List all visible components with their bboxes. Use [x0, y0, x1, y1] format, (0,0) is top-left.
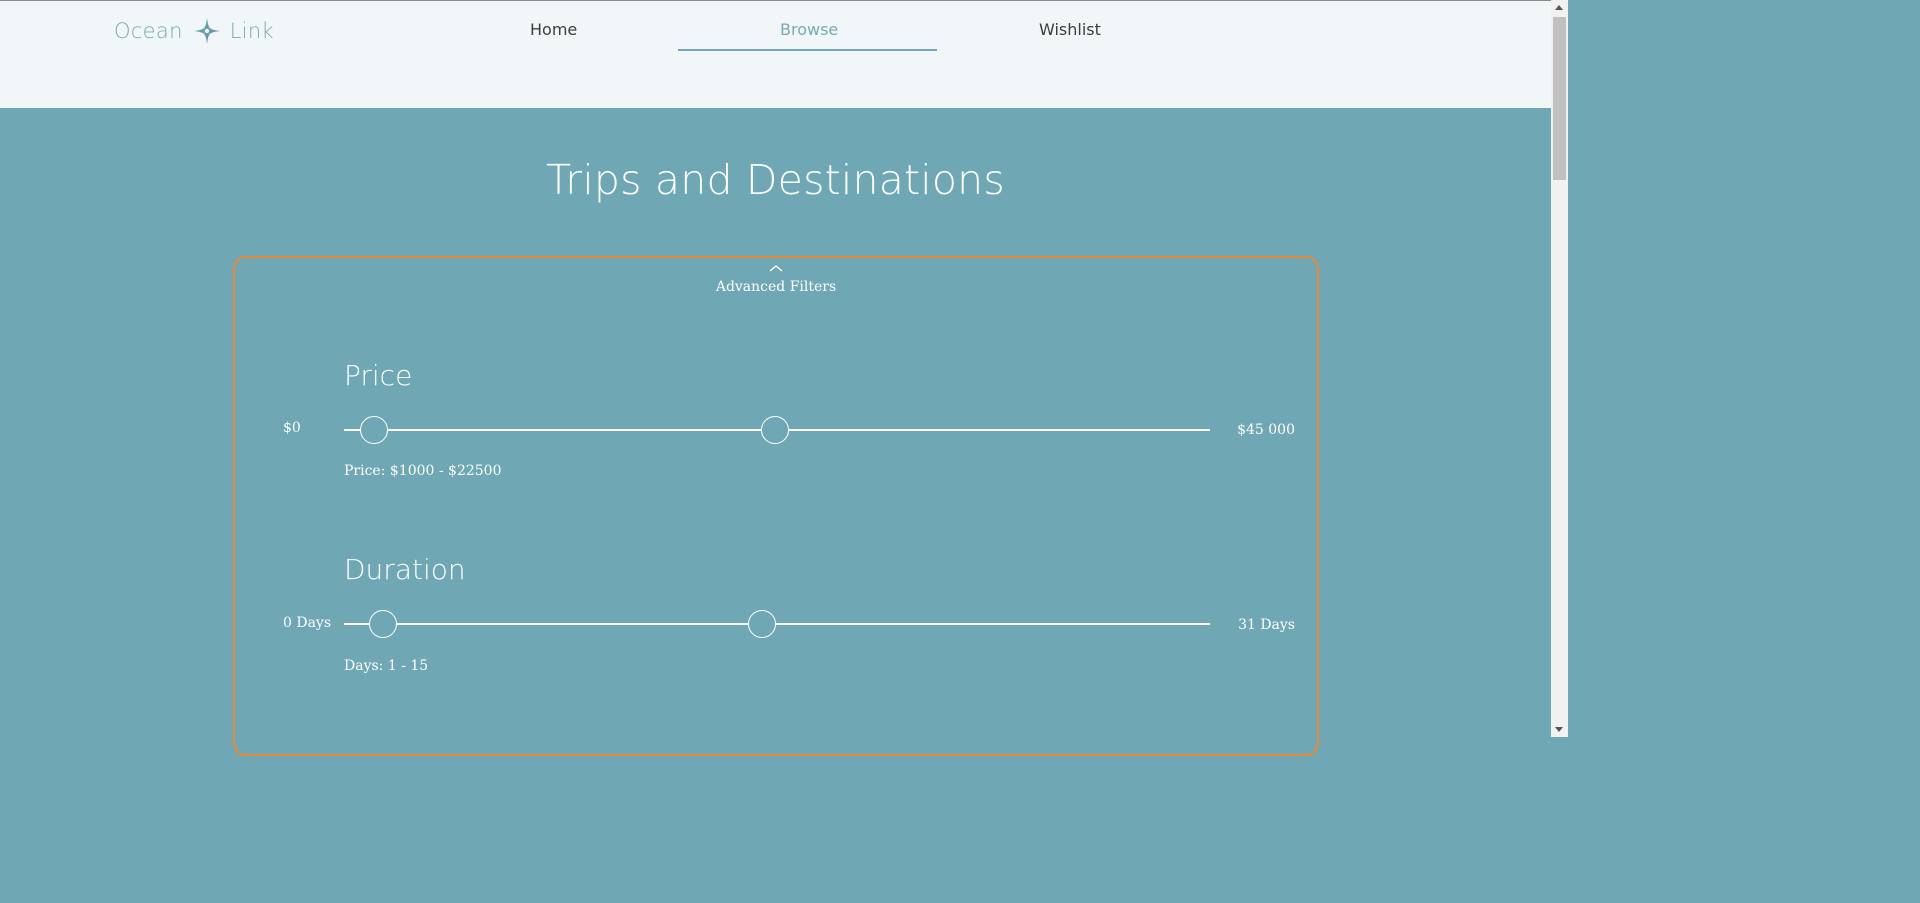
advanced-filters-panel: Advanced Filters Price $0 $45 000 Price:…: [233, 256, 1319, 756]
duration-slider-track[interactable]: [344, 623, 1210, 625]
duration-max-handle[interactable]: [748, 610, 776, 638]
nav-home[interactable]: Home: [530, 20, 577, 39]
price-max-label: $45 000: [1237, 422, 1295, 438]
price-title: Price: [344, 359, 413, 392]
nav-browse[interactable]: Browse: [780, 20, 838, 39]
duration-max-label: 31 Days: [1238, 617, 1295, 633]
duration-min-handle[interactable]: [369, 610, 397, 638]
page-scrollbar[interactable]: [1551, 0, 1568, 737]
nav-active-underline: [678, 49, 937, 51]
compass-rose-icon: [193, 18, 220, 44]
advanced-filters-label: Advanced Filters: [715, 279, 837, 295]
chevron-up-icon: [769, 265, 783, 272]
advanced-filters-toggle[interactable]: Advanced Filters: [235, 264, 1317, 295]
site-header: Ocean Link Home Browse Wishlist: [0, 1, 1551, 108]
nav-wishlist[interactable]: Wishlist: [1039, 20, 1101, 39]
scrollbar-thumb[interactable]: [1553, 17, 1566, 180]
price-summary: Price: $1000 - $22500: [344, 463, 502, 479]
page-title: Trips and Destinations: [546, 156, 1005, 204]
duration-summary: Days: 1 - 15: [344, 658, 429, 674]
scroll-down-arrow-icon[interactable]: [1555, 727, 1563, 732]
price-min-handle[interactable]: [360, 416, 388, 444]
scroll-up-arrow-icon[interactable]: [1555, 5, 1563, 10]
duration-title: Duration: [344, 553, 466, 586]
logo[interactable]: Ocean Link: [114, 18, 274, 44]
logo-text-right: Link: [229, 19, 274, 43]
price-max-handle[interactable]: [761, 416, 789, 444]
price-min-label: $0: [283, 420, 301, 436]
logo-text-left: Ocean: [114, 19, 183, 43]
duration-min-label: 0 Days: [283, 615, 332, 631]
